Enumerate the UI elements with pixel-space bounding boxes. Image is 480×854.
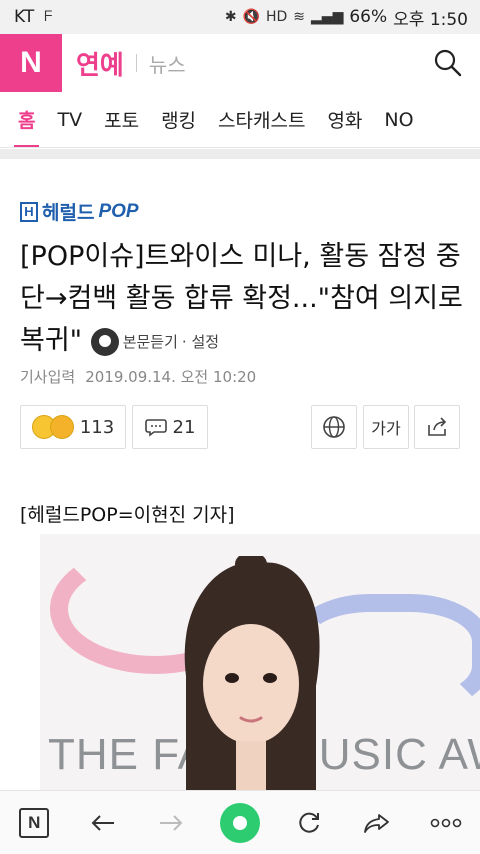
carrier-label: KT — [14, 7, 35, 27]
naver-logo-button[interactable]: N — [0, 34, 62, 92]
section-separator — [0, 149, 480, 159]
mute-icon: 🔇 — [242, 9, 260, 25]
person-photo — [184, 556, 320, 790]
tab-tv[interactable]: TV — [57, 92, 82, 147]
comment-count: 21 — [172, 416, 196, 438]
battery-label: 66% — [349, 7, 388, 27]
share-arrow-icon — [364, 813, 389, 833]
reaction-count: 113 — [79, 416, 115, 438]
forward-button[interactable] — [151, 803, 191, 843]
arrow-left-icon — [91, 814, 114, 831]
listen-settings[interactable]: · 설정 — [182, 321, 219, 363]
tab-more[interactable]: NO — [384, 92, 413, 147]
font-size-button[interactable]: 가가 — [363, 405, 409, 449]
home-button[interactable]: N — [14, 803, 54, 843]
app-notification-icon: ᖴ — [44, 9, 53, 25]
listen-control[interactable]: 본문듣기 · 설정 — [90, 321, 219, 363]
status-bar: KT ᖴ ✱ 🔇 HD ≋ ▂▄▆ 66% 오후 1:50 — [0, 0, 480, 34]
speaker-icon[interactable] — [90, 327, 119, 356]
search-icon[interactable] — [430, 45, 466, 81]
meta-label: 기사입력 — [20, 368, 76, 386]
listen-label[interactable]: 본문듣기 — [123, 321, 178, 363]
section-subtitle[interactable]: 뉴스 — [149, 49, 186, 78]
wifi-icon: ≋ — [293, 9, 306, 25]
green-dot-button[interactable] — [219, 802, 260, 843]
article-photo[interactable]: THE FACT MUSIC AWARD — [40, 534, 480, 790]
refresh-icon — [298, 812, 319, 833]
article-headline: [POP이슈]트와이스 미나, 활동 잠정 중단→컴백 활동 합류 확정..."… — [20, 236, 465, 363]
tab-starcast[interactable]: 스타캐스트 — [218, 92, 305, 147]
more-dots-icon — [430, 818, 461, 827]
bluetooth-icon: ✱ — [224, 9, 237, 25]
sad-emoji-icon — [49, 415, 74, 439]
bottom-nav: N — [0, 790, 480, 854]
header-divider — [135, 54, 137, 72]
press-mark-icon: H — [20, 201, 38, 222]
section-title[interactable]: 연예 — [76, 45, 124, 82]
share-nav-button[interactable] — [357, 803, 397, 843]
tab-home[interactable]: 홈 — [13, 92, 41, 147]
reporter-line: [헤럴드POP=이현진 기자] — [20, 504, 235, 526]
tab-photo[interactable]: 포토 — [104, 92, 139, 147]
naver-home-icon: N — [19, 807, 50, 838]
share-button[interactable] — [414, 405, 460, 449]
press-logo[interactable]: H 헤럴드 POP — [20, 198, 139, 225]
headline-text: [POP이슈]트와이스 미나, 활동 잠정 중단→컴백 활동 합류 확정..."… — [20, 241, 463, 356]
signal-icon: ▂▄▆ — [311, 9, 344, 25]
article-actions: 113 21 가가 — [20, 405, 460, 451]
comment-button[interactable]: 21 — [132, 405, 208, 449]
press-pop: POP — [98, 200, 139, 222]
globe-icon — [323, 416, 345, 438]
article-meta: 기사입력 2019.09.14. 오전 10:20 — [20, 366, 256, 387]
hd-icon: HD — [265, 9, 288, 25]
green-dot-icon — [219, 802, 260, 843]
more-button[interactable] — [426, 803, 466, 843]
meta-date: 2019.09.14. 오전 10:20 — [85, 368, 257, 386]
back-button[interactable] — [83, 803, 123, 843]
category-tabs: 홈 TV 포토 랭킹 스타캐스트 영화 NO — [0, 92, 480, 148]
reaction-button[interactable]: 113 — [20, 405, 126, 449]
translate-button[interactable] — [311, 405, 357, 449]
share-icon — [428, 417, 447, 436]
press-name: 헤럴드 — [42, 202, 95, 224]
comment-icon — [144, 419, 167, 437]
arrow-right-icon — [160, 814, 183, 831]
tab-ranking[interactable]: 랭킹 — [161, 92, 196, 147]
app-header: N 연예 뉴스 — [0, 34, 480, 92]
clock-label: 오후 1:50 — [393, 9, 468, 30]
refresh-button[interactable] — [289, 803, 329, 843]
tab-movie[interactable]: 영화 — [327, 92, 362, 147]
